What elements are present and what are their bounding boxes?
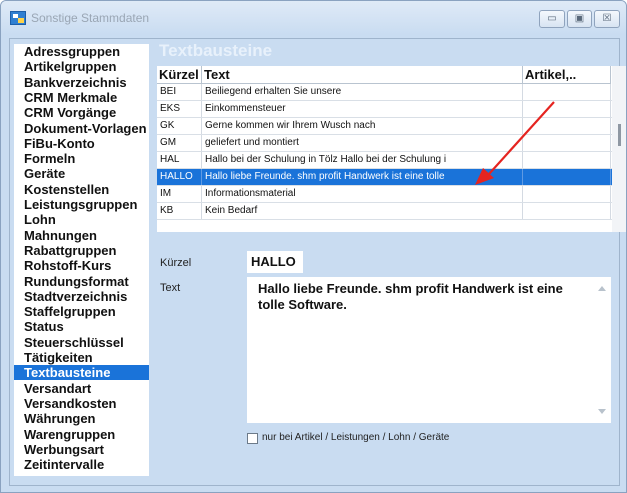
annotation-arrow (475, 101, 555, 185)
app-window: Sonstige Stammdaten ▭ ▣ ☒ Adressgruppen A… (0, 0, 627, 493)
annotation-arrow-line (488, 101, 555, 175)
